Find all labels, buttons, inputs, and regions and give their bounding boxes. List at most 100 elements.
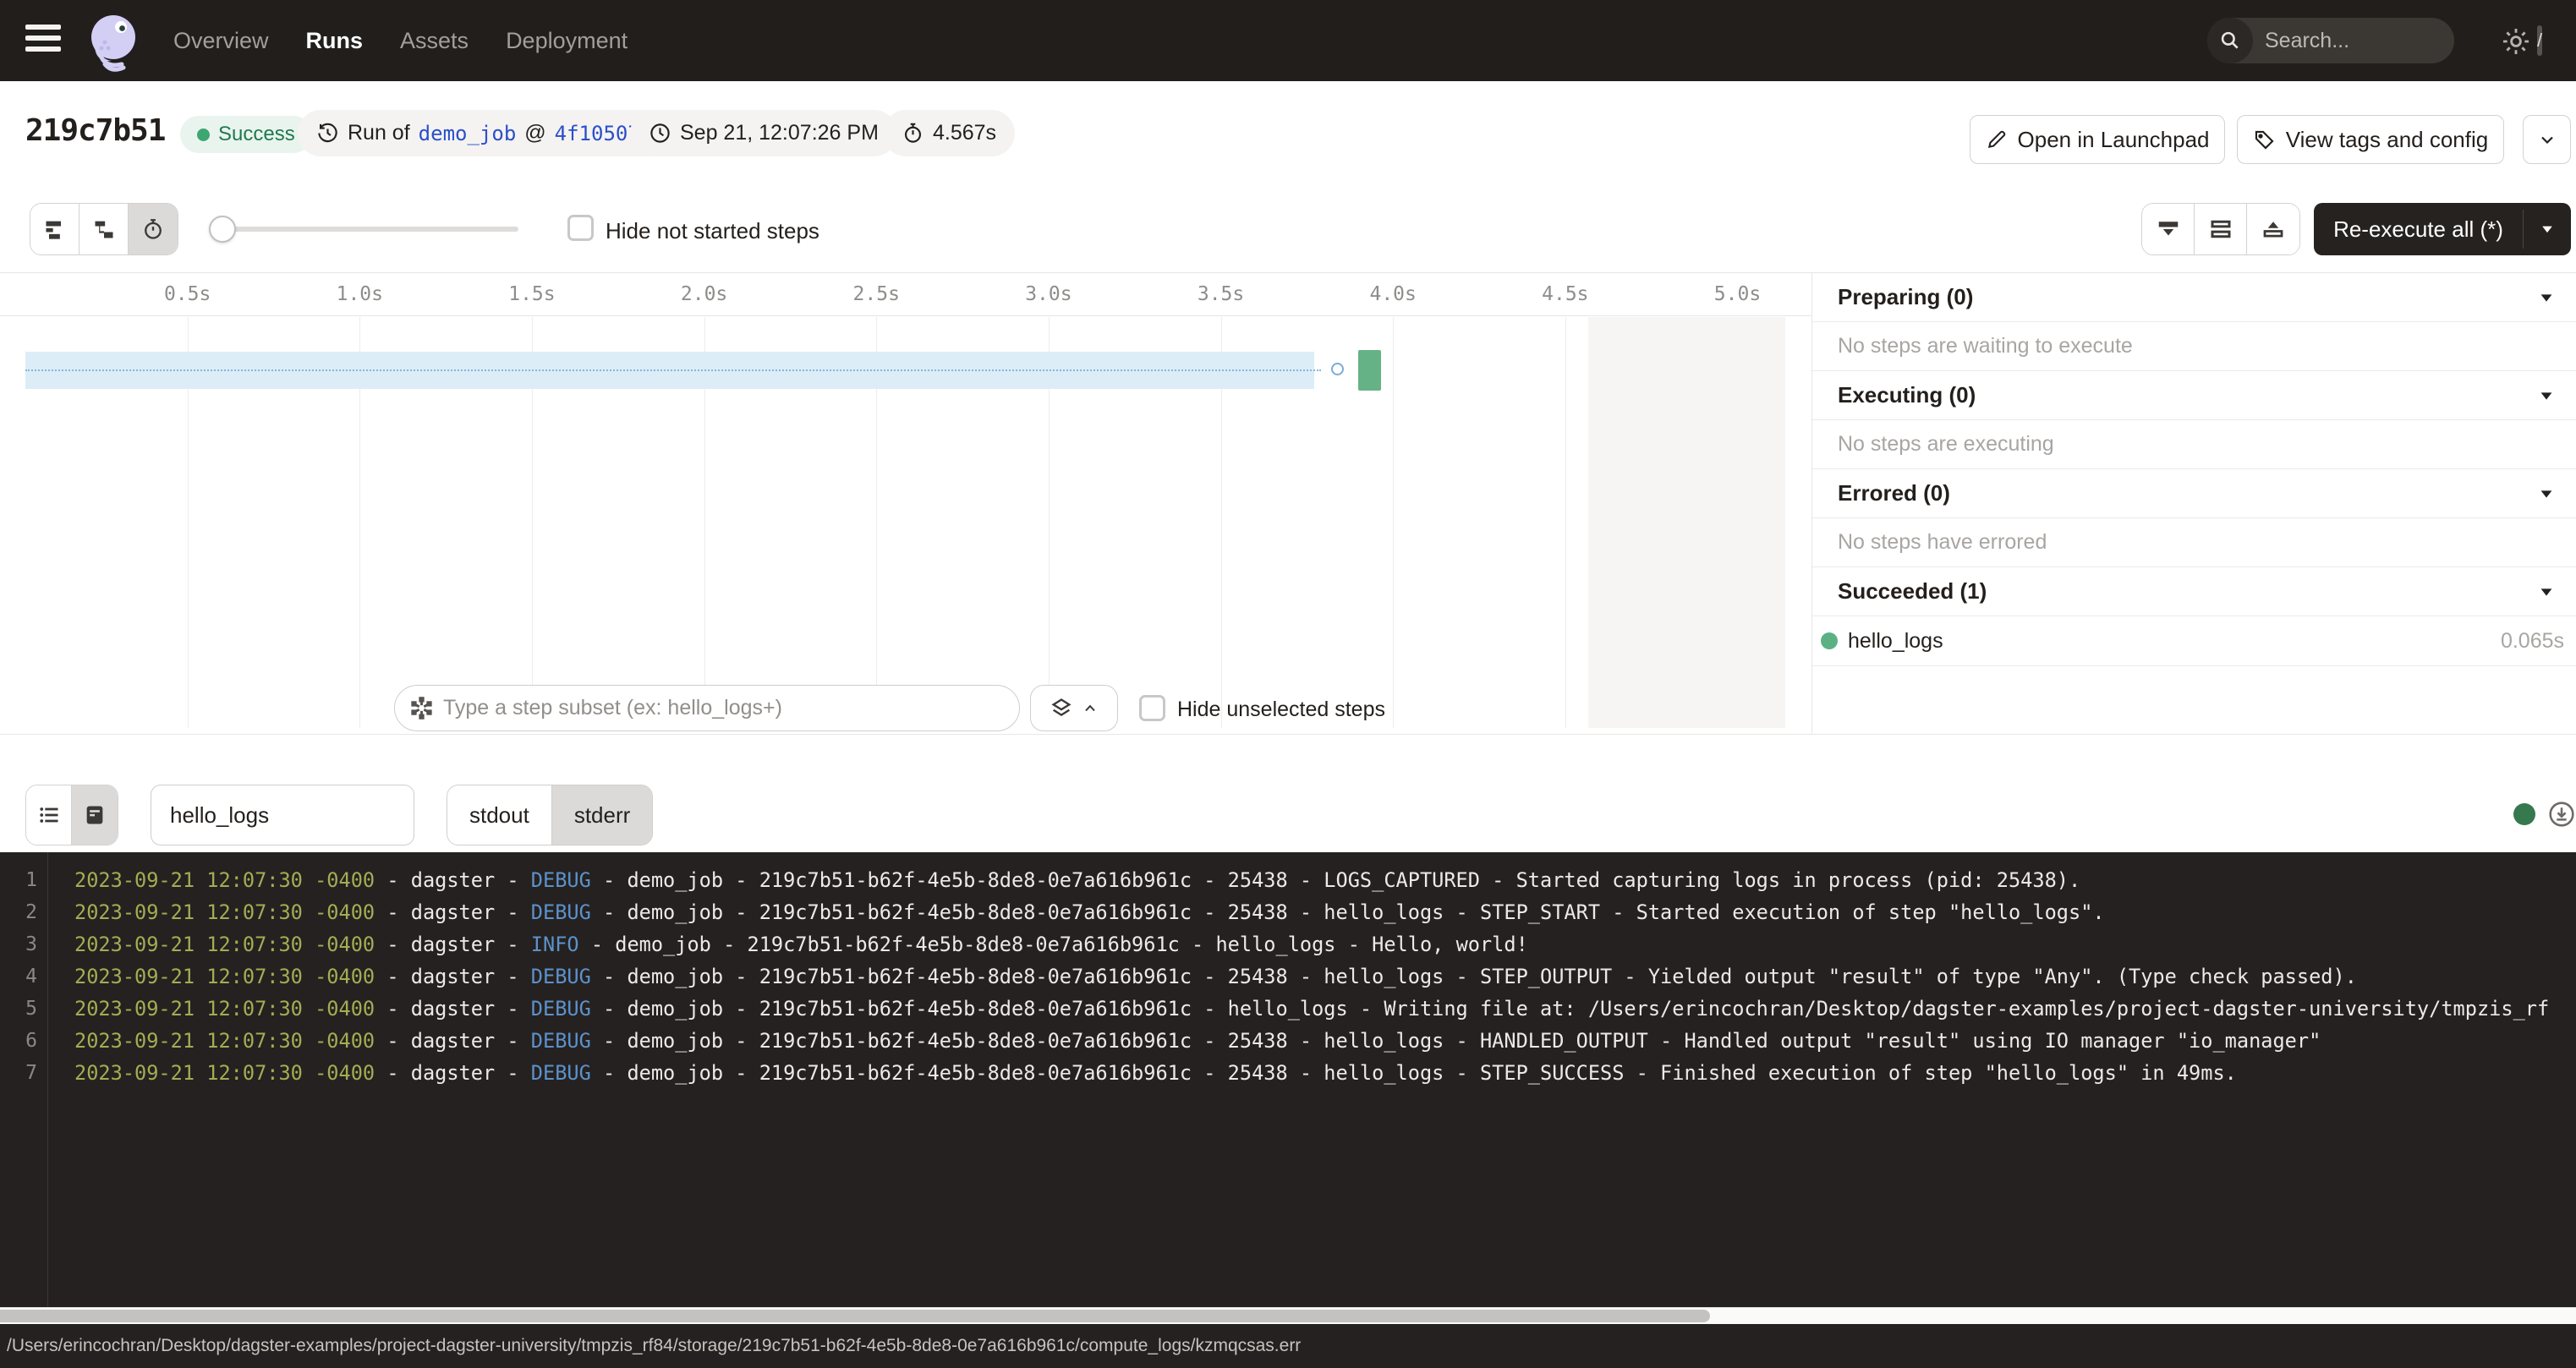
global-search[interactable]: / [2207,18,2454,63]
panel-layout-group [2141,203,2300,255]
split-panels-icon[interactable] [2195,204,2247,254]
header-more-actions-button[interactable] [2523,115,2571,164]
section-title: Errored (0) [1838,480,1950,506]
nav-link-overview[interactable]: Overview [173,28,269,54]
gantt-step-bar-hello_logs[interactable] [1358,350,1380,391]
log-line: 2023-09-21 12:07:30 -0400 - dagster - DE… [74,864,2080,896]
view-mode-waterfall-icon[interactable] [79,204,129,254]
view-mode-timed-icon[interactable] [129,204,178,254]
log-line-number: 7 [3,1057,37,1089]
search-input[interactable] [2253,29,2537,53]
chevron-down-icon [2537,129,2557,150]
axis-tick-label: 5.0s [1700,283,1776,305]
search-icon [2207,18,2253,63]
post-run-region [1588,317,1785,728]
hamburger-menu-icon[interactable] [25,25,61,57]
nav-link-assets[interactable]: Assets [400,28,469,54]
view-mode-flat-icon[interactable] [30,204,79,254]
dagster-logo-icon[interactable] [83,10,144,74]
panel-step-row[interactable]: hello_logs0.065s [1812,616,2576,666]
hide-not-started-checkbox[interactable] [567,215,594,241]
expand-top-panel-icon[interactable] [2247,204,2299,254]
settings-gear-icon[interactable] [2497,22,2535,61]
gantt-zoom-slider-track[interactable] [209,227,518,232]
axis-tick-label: 0.5s [150,283,226,305]
log-file-path-bar: /Users/erincochran/Desktop/dagster-examp… [0,1324,2576,1368]
stopwatch-icon [902,122,924,145]
log-line-number: 1 [3,864,37,896]
section-divider [0,734,2576,735]
axis-tick-label: 4.5s [1527,283,1603,305]
section-title: Executing (0) [1838,382,1976,408]
axis-tick-label: 3.5s [1183,283,1259,305]
step-subset-input[interactable] [443,696,1004,720]
log-horizontal-scrollbar [0,1307,2576,1324]
reexecute-caret-icon[interactable] [2524,221,2571,238]
panel-section-header[interactable]: Errored (0) [1812,469,2576,518]
panel-empty-message: No steps have errored [1812,518,2576,567]
log-line-number: 6 [3,1025,37,1057]
log-tab-stderr[interactable]: stderr [552,785,652,845]
raw-log-view-icon[interactable] [72,785,118,845]
reexecute-all-label: Re-execute all (*) [2314,216,2523,243]
gantt-zoom-slider-thumb[interactable] [209,216,236,243]
download-log-icon[interactable] [2547,800,2576,829]
panel-empty-message: No steps are waiting to execute [1812,322,2576,371]
nav-link-deployment[interactable]: Deployment [506,28,628,54]
section-title: Succeeded (1) [1838,578,1987,605]
reexecute-all-button[interactable]: Re-execute all (*) [2314,203,2571,255]
log-line-number: 4 [3,960,37,993]
axis-tick-label: 2.5s [838,283,914,305]
log-line-number: 5 [3,993,37,1025]
chevron-down-icon [2537,386,2556,405]
expand-bottom-panel-icon[interactable] [2142,204,2195,254]
step-duration: 0.065s [2501,629,2564,654]
step-subset-filter [394,685,1020,731]
nav-link-runs[interactable]: Runs [306,28,364,54]
history-icon [316,122,339,145]
log-status-dot [2513,803,2535,825]
log-line: 2023-09-21 12:07:30 -0400 - dagster - IN… [74,928,1528,960]
status-label: Success [218,123,295,146]
clock-icon [649,122,671,145]
structured-log-view-icon[interactable] [26,785,72,845]
log-line-number-gutter: 1234567 [0,852,48,1307]
gantt-chart: 0.5s1.0s1.5s2.0s2.5s3.0s3.5s4.0s4.5s5.0s [0,273,1811,734]
graph-query-toggle-button[interactable] [1030,685,1118,731]
duration-label: 4.567s [933,121,996,145]
hide-unselected-checkbox[interactable] [1139,695,1165,721]
start-time-pill: Sep 21, 12:07:26 PM [630,110,897,156]
hide-not-started-label: Hide not started steps [606,218,819,244]
axis-tick-label: 1.5s [494,283,570,305]
view-tags-config-button[interactable]: View tags and config [2237,115,2504,164]
scrollbar-thumb[interactable] [0,1310,1710,1322]
gantt-waiting-marker [1331,363,1344,375]
log-line: 2023-09-21 12:07:30 -0400 - dagster - DE… [74,896,2105,928]
log-line-number: 3 [3,928,37,960]
panel-empty-message: No steps are executing [1812,420,2576,469]
at-separator: @ [524,121,545,145]
log-line: 2023-09-21 12:07:30 -0400 - dagster - DE… [74,1025,2321,1057]
steps-status-panel: Preparing (0)No steps are waiting to exe… [1812,273,2576,734]
open-in-launchpad-button[interactable]: Open in Launchpad [1970,115,2225,164]
panel-section-header[interactable]: Succeeded (1) [1812,567,2576,616]
axis-tick-label: 2.0s [666,283,743,305]
job-name-link[interactable]: demo_job [419,122,517,145]
panel-section-header[interactable]: Executing (0) [1812,371,2576,420]
log-tab-stdout[interactable]: stdout [447,785,552,845]
duration-pill: 4.567s [883,110,1015,156]
log-filter-input[interactable] [151,785,414,845]
caret-up-icon [1082,700,1099,717]
chevron-down-icon [2537,288,2556,307]
nav-links: Overview Runs Assets Deployment [173,0,628,81]
run-of-label: Run of [348,121,410,145]
chevron-down-icon [2537,583,2556,601]
panel-section-header[interactable]: Preparing (0) [1812,273,2576,322]
view-tags-config-label: View tags and config [2286,127,2488,153]
run-id-title: 219c7b51 [25,113,165,148]
raw-log-output[interactable]: 1234567 2023-09-21 12:07:30 -0400 - dags… [0,852,2576,1307]
gridline [1565,317,1566,728]
gantt-view-mode-group [30,203,178,255]
hide-unselected-label: Hide unselected steps [1177,698,1385,722]
step-status-dot [1821,632,1838,649]
